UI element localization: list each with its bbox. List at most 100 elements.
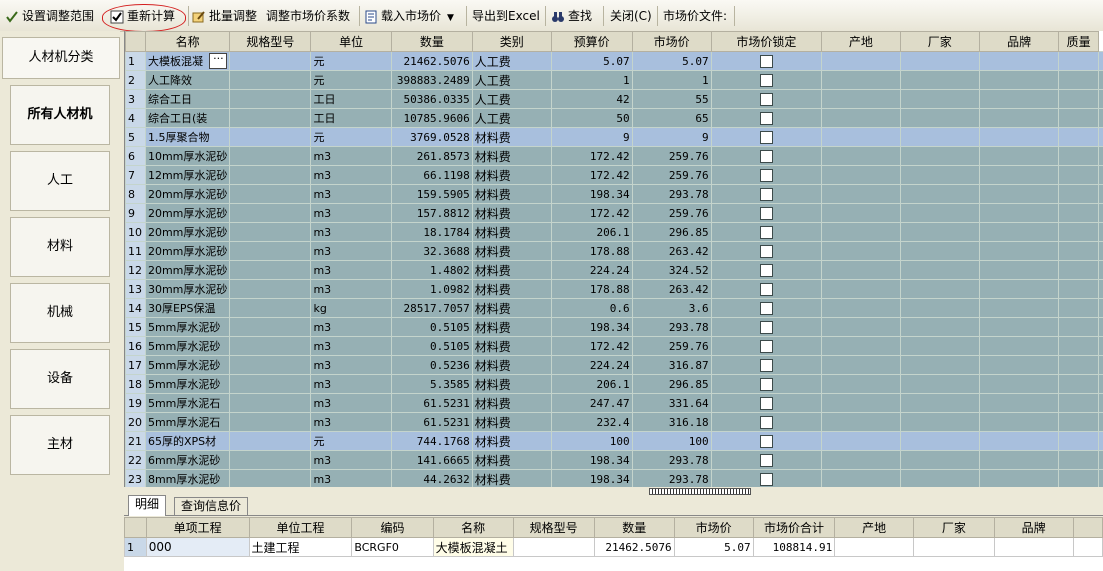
origin-cell[interactable] — [821, 450, 901, 470]
brand-cell[interactable] — [978, 279, 1060, 299]
code-cell[interactable]: BCRGF0 — [351, 537, 434, 557]
market-price-cell[interactable]: 296.85 — [631, 374, 712, 394]
spec-cell[interactable] — [229, 108, 312, 128]
column-header[interactable]: 规格型号 — [512, 517, 595, 538]
origin-cell[interactable] — [821, 89, 901, 109]
spec-cell[interactable] — [229, 469, 312, 487]
name-cell[interactable]: 30mm厚水泥砂 — [144, 279, 231, 299]
unit-cell[interactable]: m3 — [310, 241, 392, 261]
manufacturer-cell[interactable] — [899, 412, 980, 432]
category-cell[interactable]: 材料费 — [471, 374, 552, 394]
quantity-cell[interactable]: 0.5105 — [390, 336, 473, 356]
column-header[interactable]: 编码 — [351, 517, 434, 538]
market-price-cell[interactable]: 65 — [631, 108, 712, 128]
extra-cell[interactable] — [1098, 165, 1103, 185]
extra-cell[interactable] — [1098, 184, 1103, 204]
unit-cell[interactable]: 元 — [310, 70, 392, 90]
budget-price-cell[interactable]: 206.1 — [550, 222, 633, 242]
brand-cell[interactable] — [978, 70, 1060, 90]
market-price-cell[interactable]: 3.6 — [631, 298, 712, 318]
brand-cell[interactable] — [978, 450, 1060, 470]
category-cell[interactable]: 材料费 — [471, 469, 552, 487]
table-row[interactable]: 18 5mm厚水泥砂 m3 5.3585 材料费 206.1 296.85 — [125, 374, 1103, 394]
name-cell[interactable]: 大模板混凝土 — [432, 537, 514, 557]
name-cell[interactable]: 65厚的XPS材 — [144, 431, 231, 451]
price-lock-cell[interactable] — [710, 469, 823, 487]
category-cell[interactable]: 人工费 — [471, 89, 552, 109]
manufacturer-cell[interactable] — [899, 450, 980, 470]
extra-cell[interactable] — [1098, 260, 1103, 280]
brand-cell[interactable] — [978, 241, 1060, 261]
origin-cell[interactable] — [821, 241, 901, 261]
spec-cell[interactable] — [229, 450, 312, 470]
manufacturer-cell[interactable] — [899, 108, 980, 128]
table-row[interactable]: 9 20mm厚水泥砂 m3 157.8812 材料费 172.42 259.76 — [125, 203, 1103, 223]
column-header[interactable]: 产地 — [834, 517, 915, 538]
extra-cell[interactable] — [1098, 279, 1103, 299]
quality-cell[interactable] — [1058, 146, 1099, 166]
quantity-cell[interactable]: 32.3688 — [390, 241, 473, 261]
column-header[interactable]: 名称 — [432, 517, 514, 538]
manufacturer-cell[interactable] — [899, 336, 980, 356]
origin-cell[interactable] — [821, 70, 901, 90]
brand-cell[interactable] — [978, 260, 1060, 280]
price-lock-cell[interactable] — [710, 298, 823, 318]
price-lock-cell[interactable] — [710, 108, 823, 128]
brand-cell[interactable] — [978, 127, 1060, 147]
price-lock-cell[interactable] — [710, 393, 823, 413]
column-header[interactable]: 市场价合计 — [752, 517, 836, 538]
price-lock-cell[interactable] — [710, 241, 823, 261]
quantity-cell[interactable]: 21462.5076 — [593, 537, 675, 557]
table-row[interactable]: 3 综合工日 工日 50386.0335 人工费 42 55 — [125, 89, 1103, 109]
find-button[interactable]: 查找 — [551, 6, 592, 26]
table-row[interactable]: 8 20mm厚水泥砂 m3 159.5905 材料费 198.34 293.78 — [125, 184, 1103, 204]
quality-cell[interactable] — [1058, 355, 1099, 375]
market-price-cell[interactable]: 263.42 — [631, 279, 712, 299]
unit-cell[interactable]: m3 — [310, 222, 392, 242]
origin-cell[interactable] — [821, 146, 901, 166]
price-lock-checkbox[interactable] — [759, 454, 773, 467]
tab-detail[interactable]: 明细 — [128, 495, 167, 516]
market-price-cell[interactable]: 259.76 — [631, 336, 712, 356]
spec-cell[interactable] — [229, 298, 312, 318]
price-lock-cell[interactable] — [710, 412, 823, 432]
spec-cell[interactable] — [229, 431, 312, 451]
origin-cell[interactable] — [821, 317, 901, 337]
spec-cell[interactable] — [229, 317, 312, 337]
quality-cell[interactable] — [1058, 431, 1099, 451]
extra-cell[interactable] — [1098, 336, 1103, 356]
splitter[interactable] — [124, 487, 1103, 495]
manufacturer-cell[interactable] — [899, 70, 980, 90]
table-row[interactable]: 20 5mm厚水泥石 m3 61.5231 材料费 232.4 316.18 — [125, 412, 1103, 432]
manufacturer-cell[interactable] — [899, 317, 980, 337]
category-equipment[interactable]: 设备 — [10, 349, 110, 409]
table-row[interactable]: 17 5mm厚水泥砂 m3 0.5236 材料费 224.24 316.87 — [125, 355, 1103, 375]
quantity-cell[interactable]: 157.8812 — [390, 203, 473, 223]
quantity-cell[interactable]: 5.3585 — [390, 374, 473, 394]
column-header[interactable]: 单项工程 — [145, 517, 250, 538]
extra-cell[interactable] — [1098, 127, 1103, 147]
price-lock-checkbox[interactable] — [759, 169, 773, 182]
name-cell[interactable]: 5mm厚水泥砂 — [144, 317, 231, 337]
budget-price-cell[interactable]: 198.34 — [550, 184, 633, 204]
brand-cell[interactable] — [978, 393, 1060, 413]
origin-cell[interactable] — [821, 393, 901, 413]
price-lock-cell[interactable] — [710, 260, 823, 280]
table-row[interactable]: 4 综合工日(装 工日 10785.9606 人工费 50 65 — [125, 108, 1103, 128]
quality-cell[interactable] — [1058, 412, 1099, 432]
extra-cell[interactable] — [1098, 355, 1103, 375]
name-cell[interactable]: 12mm厚水泥砂 — [144, 165, 231, 185]
unit-cell[interactable]: m3 — [310, 469, 392, 487]
column-header[interactable]: 数量 — [593, 517, 675, 538]
budget-price-cell[interactable]: 224.24 — [550, 260, 633, 280]
brand-cell[interactable] — [978, 89, 1060, 109]
quality-cell[interactable] — [1058, 336, 1099, 356]
name-cell[interactable]: 8mm厚水泥砂 — [144, 469, 231, 487]
quality-cell[interactable] — [1058, 165, 1099, 185]
spec-cell[interactable] — [229, 393, 312, 413]
origin-cell[interactable] — [834, 537, 915, 557]
quantity-cell[interactable]: 61.5231 — [390, 412, 473, 432]
manufacturer-cell[interactable] — [899, 279, 980, 299]
brand-cell[interactable] — [978, 51, 1060, 71]
category-cell[interactable]: 材料费 — [471, 412, 552, 432]
